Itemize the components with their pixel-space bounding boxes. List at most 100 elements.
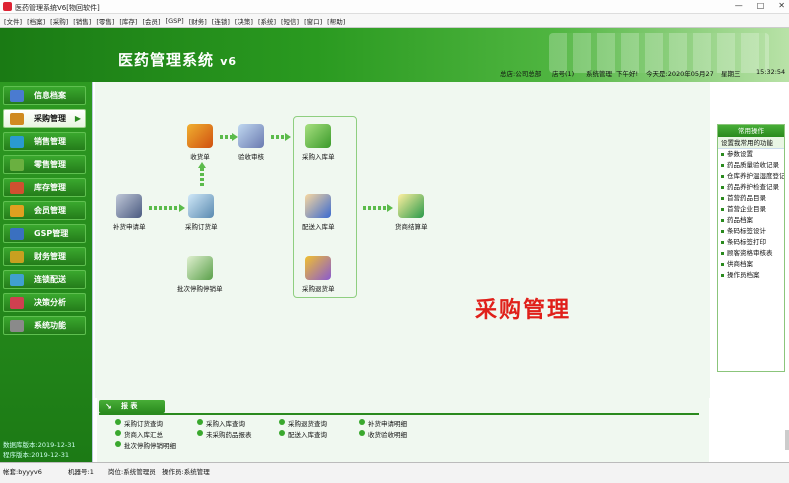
time-label: 15:32:54 (756, 68, 786, 76)
flow-arrow (363, 206, 387, 210)
quick-link[interactable]: 药品养护检查记录 (718, 182, 784, 193)
flow-replenish[interactable]: 补货申请单 (113, 194, 146, 231)
quick-link[interactable]: 药品档案 (718, 215, 784, 226)
menu-member[interactable]: [会员] (141, 16, 161, 26)
quick-link[interactable]: 首营药品目录 (718, 193, 784, 204)
main-area: 收货单 验收审核 采购入库单 补货申请单 采购订货单 配送入库单 货商结算单 批… (92, 82, 789, 462)
quick-link[interactable]: 条码标签设计 (718, 226, 784, 237)
weekday-label: 星期三 (721, 70, 741, 78)
sidebar-item-chain[interactable]: 连锁配送 (3, 270, 86, 289)
sales-icon (10, 136, 24, 148)
minimize-button[interactable]: — (735, 1, 743, 10)
flow-purchase-in[interactable]: 采购入库单 (302, 124, 335, 161)
report-link[interactable]: 批次停购停销明细 (115, 440, 176, 450)
greeting-label: 下午好! (616, 70, 639, 78)
menu-window[interactable]: [窗口] (303, 16, 323, 26)
quick-link[interactable]: 药品质量验收记录 (718, 160, 784, 171)
flow-arrow (200, 168, 204, 188)
program-version: 程序版本:2019-12-31 (3, 451, 69, 459)
purchase-in-icon (305, 124, 332, 148)
receipt-icon (187, 124, 213, 148)
menu-bar: [文件] [档案] [采购] [销售] [零售] [库存] [会员] [GSP]… (0, 14, 789, 28)
order-icon (188, 194, 215, 218)
chain-icon (10, 274, 24, 286)
report-link[interactable]: 未采购药品报表 (197, 429, 252, 439)
menu-sales[interactable]: [销售] (72, 16, 92, 26)
flow-canvas: 收货单 验收审核 采购入库单 补货申请单 采购订货单 配送入库单 货商结算单 批… (95, 82, 710, 398)
flow-settlement[interactable]: 货商结算单 (395, 194, 428, 231)
chart-icon (10, 297, 24, 309)
report-link[interactable]: 货商入库汇总 (115, 429, 163, 439)
setup-favorites-link[interactable]: 设置我常用的功能 (718, 137, 784, 149)
store-label: 店号(1) (552, 70, 575, 78)
quick-link[interactable]: 参数设置 (718, 149, 784, 160)
inspection-icon (238, 124, 264, 148)
quick-link[interactable]: 仓库养护温湿度登记 (718, 171, 784, 182)
menu-file[interactable]: [文件] (3, 16, 23, 26)
sidebar-item-sales[interactable]: 销售管理 (3, 132, 86, 151)
arrow-right-icon (232, 133, 238, 141)
sidebar-item-info[interactable]: 信息档案 (3, 86, 86, 105)
menu-purchase[interactable]: [采购] (49, 16, 69, 26)
sidebar: 信息档案 采购管理 ▶ 销售管理 零售管理 库存管理 会员管理 GSP管理 财务管… (0, 82, 92, 462)
quick-link[interactable]: 首营企业目录 (718, 204, 784, 215)
report-link[interactable]: 收货验收明细 (359, 429, 407, 439)
sidebar-item-retail[interactable]: 零售管理 (3, 155, 86, 174)
menu-archive[interactable]: [档案] (26, 16, 46, 26)
operator-status: 操作员:系统管理 (162, 468, 210, 476)
flow-delivery-in[interactable]: 配送入库单 (302, 194, 335, 231)
flow-inspection[interactable]: 验收审核 (238, 124, 264, 161)
report-link[interactable]: 采购退货查询 (279, 418, 327, 428)
arrow-right-icon (285, 133, 291, 141)
report-link[interactable]: 补货申请明细 (359, 418, 407, 428)
sidebar-item-gsp[interactable]: GSP管理 (3, 224, 86, 243)
sidebar-item-stock[interactable]: 库存管理 (3, 178, 86, 197)
close-button[interactable]: ✕ (778, 1, 785, 10)
report-link[interactable]: 采购订货查询 (115, 418, 163, 428)
flow-receipt[interactable]: 收货单 (187, 124, 213, 161)
quick-link[interactable]: 供商档案 (718, 259, 784, 270)
flow-arrow (220, 135, 232, 139)
flow-order[interactable]: 采购订货单 (185, 194, 218, 231)
retail-icon (10, 159, 24, 171)
common-operations-panel: 常用操作 设置我常用的功能 参数设置 药品质量验收记录 仓库养护温湿度登记 药品… (717, 124, 785, 372)
module-title: 采购管理 (475, 298, 572, 323)
menu-retail[interactable]: [零售] (95, 16, 115, 26)
maximize-button[interactable]: □ (757, 1, 765, 10)
sidebar-item-system[interactable]: 系统功能 (3, 316, 86, 335)
arrow-up-icon (198, 162, 206, 168)
menu-stock[interactable]: [库存] (118, 16, 138, 26)
batch-stop-icon (186, 256, 213, 280)
flow-arrow (271, 135, 285, 139)
sidebar-item-purchase[interactable]: 采购管理 ▶ (3, 109, 86, 128)
quick-link[interactable]: 操作员档案 (718, 270, 784, 281)
quick-link[interactable]: 条码标签打印 (718, 237, 784, 248)
quick-link[interactable]: 顾客资格审核表 (718, 248, 784, 259)
title-bar: 医药管理系统V6[物回软件] — □ ✕ (0, 0, 789, 14)
sidebar-item-member[interactable]: 会员管理 (3, 201, 86, 220)
sidebar-item-finance[interactable]: 财务管理 (3, 247, 86, 266)
menu-sms[interactable]: [短信] (280, 16, 300, 26)
menu-gsp[interactable]: [GSP] (165, 17, 185, 25)
menu-chain[interactable]: [连锁] (211, 16, 231, 26)
panel-header: 常用操作 (718, 125, 784, 137)
account-status: 帐套:byyyv6 (3, 468, 42, 476)
menu-help[interactable]: [帮助] (326, 16, 346, 26)
finance-icon (10, 251, 24, 263)
reports-tab[interactable]: 报 表 (99, 400, 165, 413)
branch-label: 总店:公司总部 (500, 70, 542, 78)
flow-batch-stop[interactable]: 批次停购停销单 (177, 256, 223, 293)
scrollbar[interactable] (785, 430, 789, 450)
date-label: 今天是:2020年05月27 (646, 70, 714, 78)
menu-finance[interactable]: [财务] (188, 16, 208, 26)
flow-return[interactable]: 采购退货单 (302, 256, 335, 293)
sidebar-item-decision[interactable]: 决策分析 (3, 293, 86, 312)
post-status: 岗位:系统管理员 (108, 468, 156, 476)
report-link[interactable]: 采购入库查询 (197, 418, 245, 428)
menu-system[interactable]: [系统] (257, 16, 277, 26)
report-link[interactable]: 配送入库查询 (279, 429, 327, 439)
status-bar: 帐套:byyyv6 机器号:1 岗位:系统管理员 操作员:系统管理 (0, 462, 789, 483)
warehouse-icon (10, 182, 24, 194)
menu-decision[interactable]: [决策] (234, 16, 254, 26)
flow-arrow (149, 206, 179, 210)
